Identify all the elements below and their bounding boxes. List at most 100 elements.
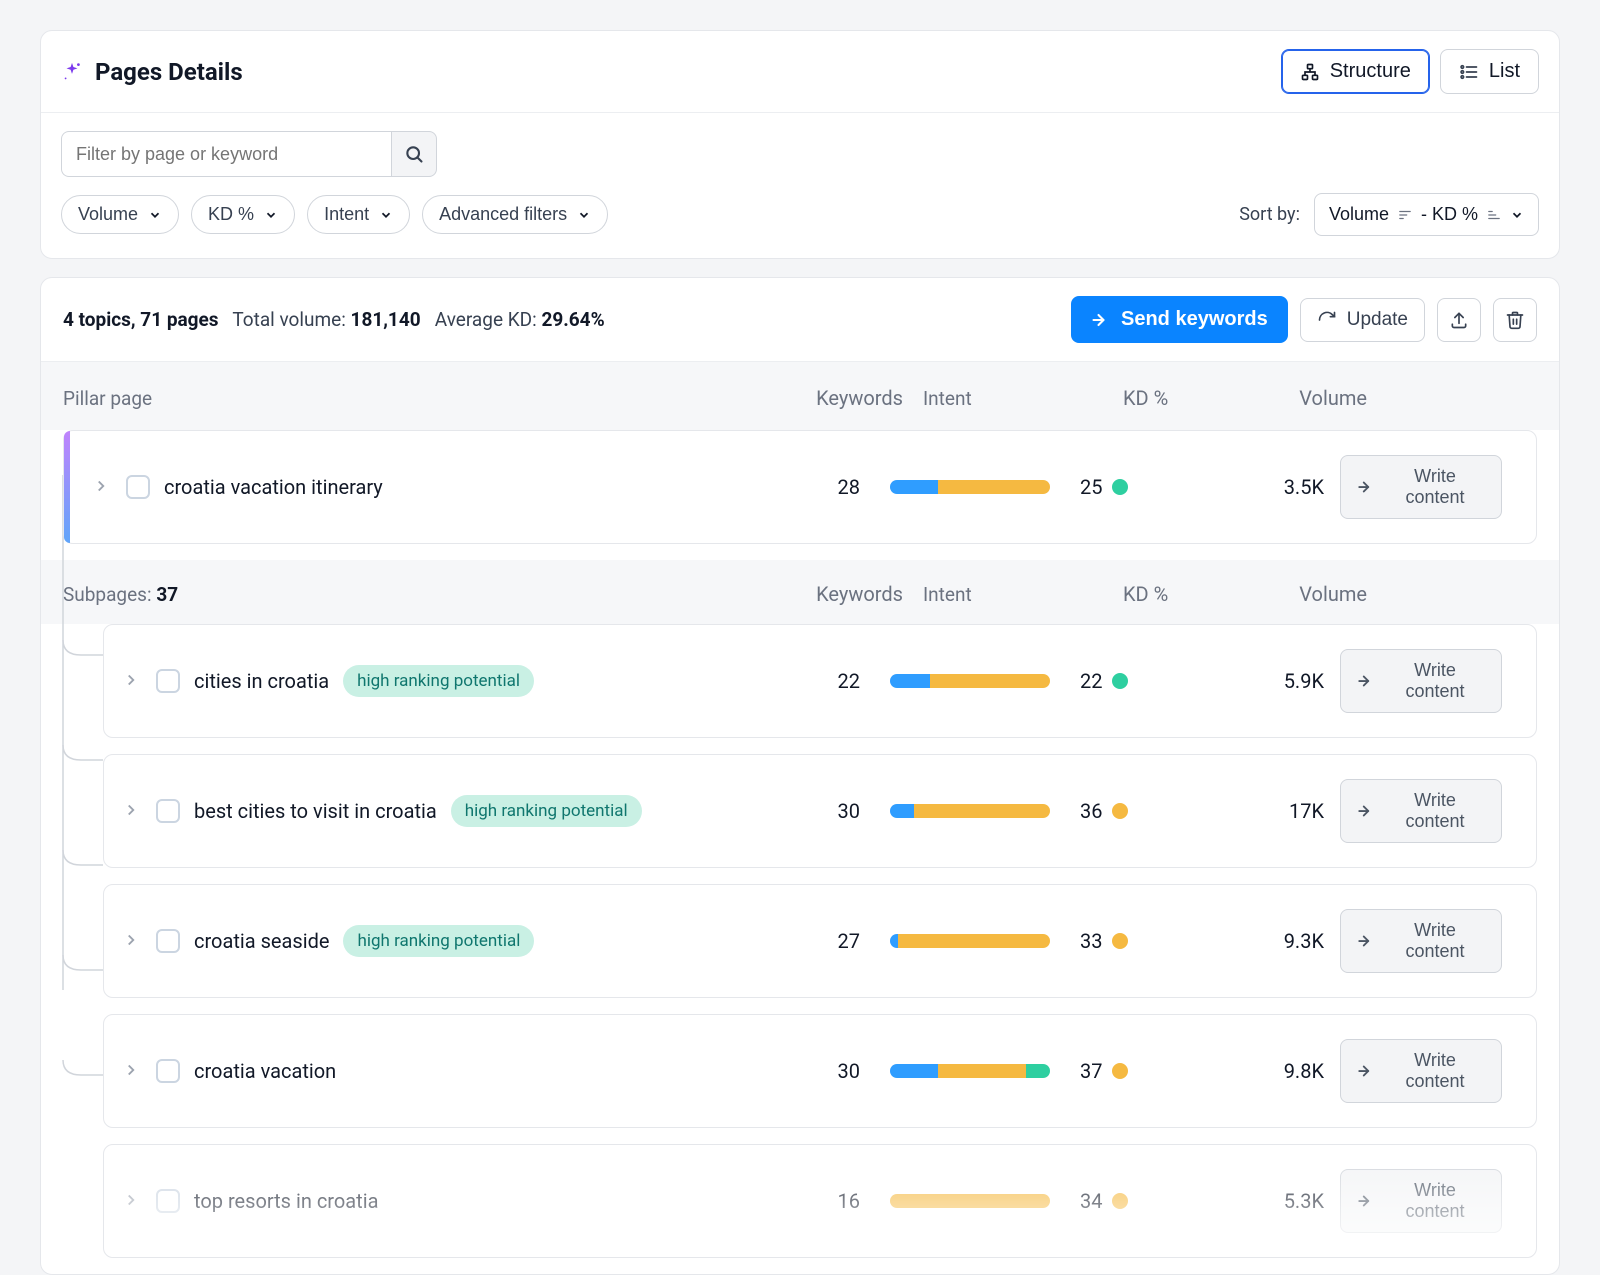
sort-button[interactable]: Volume - KD % (1314, 193, 1539, 236)
page-name: croatia vacation (194, 1059, 336, 1083)
sparkle-icon (61, 61, 83, 83)
cell-volume: 9.8K (1200, 1059, 1340, 1083)
pillar-accent (64, 431, 70, 543)
write-icon (1357, 1192, 1375, 1210)
send-keywords-button[interactable]: Send keywords (1071, 296, 1288, 343)
write-content-button[interactable]: Write content (1340, 1039, 1502, 1103)
cell-volume: 5.3K (1200, 1189, 1340, 1213)
kd-indicator (1112, 803, 1128, 819)
delete-button[interactable] (1493, 298, 1537, 342)
cell-keywords: 22 (760, 669, 880, 693)
cell-kd: 25 (1080, 475, 1200, 499)
kd-indicator (1112, 1063, 1128, 1079)
page-name: best cities to visit in croatia (194, 799, 437, 823)
expand-icon[interactable] (122, 1191, 142, 1211)
row-checkbox[interactable] (156, 1189, 180, 1213)
subpage-row: croatia seaside high ranking potential 2… (103, 884, 1537, 998)
cell-keywords: 16 (760, 1189, 880, 1213)
structure-icon (1300, 62, 1320, 82)
sort-asc-icon (1486, 208, 1502, 222)
page-name: croatia vacation itinerary (164, 475, 383, 499)
pillar-row: croatia vacation itinerary 28 25 3.5K Wr… (63, 430, 1537, 544)
sort-desc-icon (1397, 208, 1413, 222)
row-checkbox[interactable] (156, 799, 180, 823)
chevron-down-icon (577, 208, 591, 222)
write-icon (1357, 932, 1375, 950)
write-icon (1357, 802, 1375, 820)
view-list-button[interactable]: List (1440, 49, 1539, 94)
summary-text: 4 topics, 71 pages Total volume: 181,140… (63, 308, 605, 331)
row-checkbox[interactable] (156, 1059, 180, 1083)
export-button[interactable] (1437, 298, 1481, 342)
rows-area: croatia vacation itinerary 28 25 3.5K Wr… (41, 430, 1559, 1258)
write-content-button[interactable]: Write content (1340, 1169, 1502, 1233)
cell-kd: 33 (1080, 929, 1200, 953)
kd-indicator (1112, 479, 1128, 495)
search-icon (404, 144, 424, 164)
expand-icon[interactable] (122, 1061, 142, 1081)
filter-volume[interactable]: Volume (61, 195, 179, 234)
cell-kd: 34 (1080, 1189, 1200, 1213)
expand-icon[interactable] (122, 931, 142, 951)
col-volume: Volume (1243, 386, 1383, 410)
cell-kd: 36 (1080, 799, 1200, 823)
expand-icon[interactable] (122, 801, 142, 821)
cell-intent (880, 804, 1080, 818)
view-list-label: List (1489, 60, 1520, 83)
row-checkbox[interactable] (156, 929, 180, 953)
trash-icon (1505, 310, 1525, 330)
chevron-down-icon (148, 208, 162, 222)
search-input[interactable] (61, 131, 391, 177)
intent-bar (890, 1064, 1050, 1078)
expand-icon[interactable] (92, 477, 112, 497)
cell-kd: 22 (1080, 669, 1200, 693)
upload-icon (1449, 310, 1469, 330)
cell-keywords: 30 (760, 799, 880, 823)
subpage-row: croatia vacation 30 37 9.8K Write conten… (103, 1014, 1537, 1128)
filters-row: Volume KD % Intent Advanced filters Sort… (41, 113, 1559, 258)
sort-label: Sort by: (1239, 204, 1300, 225)
refresh-icon (1317, 310, 1337, 330)
expand-icon[interactable] (122, 671, 142, 691)
write-content-button[interactable]: Write content (1340, 455, 1502, 519)
summary-bar: 4 topics, 71 pages Total volume: 181,140… (41, 278, 1559, 362)
cell-keywords: 28 (760, 475, 880, 499)
cell-keywords: 27 (760, 929, 880, 953)
cell-volume: 5.9K (1200, 669, 1340, 693)
intent-bar (890, 804, 1050, 818)
search-button[interactable] (391, 131, 437, 177)
intent-bar (890, 934, 1050, 948)
page-name: top resorts in croatia (194, 1189, 378, 1213)
cell-keywords: 30 (760, 1059, 880, 1083)
chevron-down-icon (264, 208, 278, 222)
view-structure-label: Structure (1330, 60, 1411, 83)
write-icon (1357, 478, 1375, 496)
write-content-button[interactable]: Write content (1340, 779, 1502, 843)
cell-volume: 9.3K (1200, 929, 1340, 953)
write-content-button[interactable]: Write content (1340, 649, 1502, 713)
filter-kd[interactable]: KD % (191, 195, 295, 234)
intent-bar (890, 480, 1050, 494)
view-toggle: Structure List (1281, 49, 1539, 94)
row-checkbox[interactable] (126, 475, 150, 499)
intent-bar (890, 1194, 1050, 1208)
col-kd: KD % (1123, 386, 1243, 410)
filter-advanced[interactable]: Advanced filters (422, 195, 608, 234)
write-icon (1357, 1062, 1375, 1080)
subpage-row: cities in croatia high ranking potential… (103, 624, 1537, 738)
row-checkbox[interactable] (156, 669, 180, 693)
cell-kd: 37 (1080, 1059, 1200, 1083)
header-top: Pages Details Structure List (41, 31, 1559, 113)
subpages-header: Subpages: 37 Keywords Intent KD % Volume (41, 560, 1559, 624)
update-button[interactable]: Update (1300, 298, 1425, 342)
ranking-badge: high ranking potential (451, 795, 642, 827)
col-pillar: Pillar page (63, 387, 803, 410)
page-name: cities in croatia (194, 669, 329, 693)
page-name: croatia seaside (194, 929, 329, 953)
ranking-badge: high ranking potential (343, 925, 534, 957)
view-structure-button[interactable]: Structure (1281, 49, 1430, 94)
cell-intent (880, 934, 1080, 948)
summary-card: 4 topics, 71 pages Total volume: 181,140… (40, 277, 1560, 1275)
write-content-button[interactable]: Write content (1340, 909, 1502, 973)
filter-intent[interactable]: Intent (307, 195, 410, 234)
